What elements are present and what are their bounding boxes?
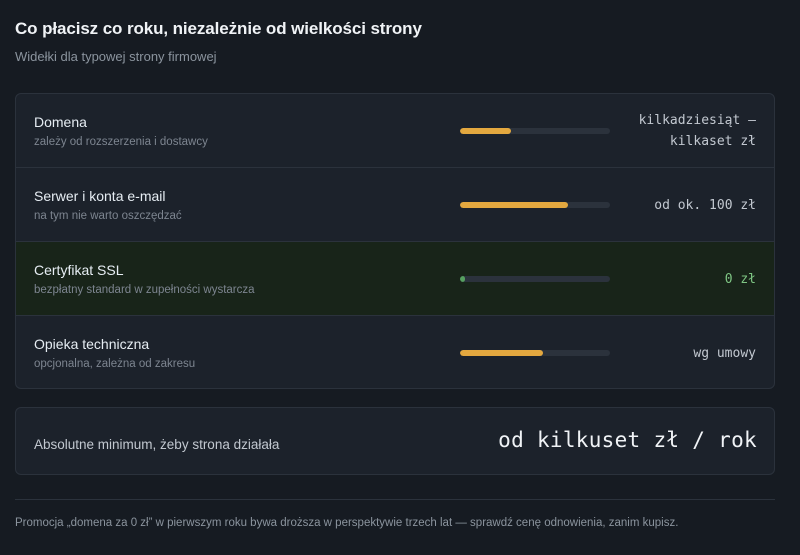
cost-level-bar <box>460 128 610 134</box>
cost-row-ssl: Certyfikat SSL bezpłatny standard w zupe… <box>16 242 774 316</box>
cost-name: Domena <box>34 114 87 130</box>
cost-level-bar <box>460 276 610 282</box>
cost-list: Domena zależy od rozszerzenia i dostawcy… <box>15 93 775 389</box>
page-title: Co płacisz co roku, niezależnie od wielk… <box>15 19 422 38</box>
summary-label: Absolutne minimum, żeby strona działała <box>34 437 280 452</box>
cost-price: 0 zł <box>724 272 756 287</box>
cost-price: od ok. 100 zł <box>654 198 756 213</box>
cost-price: kilkadziesiąt – kilkaset zł <box>606 110 756 152</box>
page-subtitle: Widełki dla typowej strony firmowej <box>15 49 217 64</box>
cost-level-fill <box>460 276 465 282</box>
cost-name: Certyfikat SSL <box>34 262 124 278</box>
cost-row-maintenance: Opieka techniczna opcjonalna, zależna od… <box>16 316 774 388</box>
summary-box: Absolutne minimum, żeby strona działała … <box>15 407 775 475</box>
cost-description: zależy od rozszerzenia i dostawcy <box>34 136 208 148</box>
cost-price-line: kilkadziesiąt – <box>638 113 756 128</box>
cost-level-bar <box>460 350 610 356</box>
cost-description: bezpłatny standard w zupełności wystarcz… <box>34 284 255 296</box>
cost-level-fill <box>460 350 543 356</box>
cost-level-fill <box>460 128 511 134</box>
summary-value: od kilkuset zł / rok <box>498 428 757 452</box>
cost-row-domain: Domena zależy od rozszerzenia i dostawcy… <box>16 94 774 168</box>
cost-name: Opieka techniczna <box>34 336 150 352</box>
divider <box>15 499 775 500</box>
cost-row-server: Serwer i konta e-mail na tym nie warto o… <box>16 168 774 242</box>
cost-price: wg umowy <box>693 346 756 361</box>
footnote: Promocja „domena za 0 zł” w pierwszym ro… <box>15 517 679 529</box>
cost-level-bar <box>460 202 610 208</box>
cost-name: Serwer i konta e-mail <box>34 188 166 204</box>
cost-price-line: kilkaset zł <box>669 134 756 149</box>
cost-description: opcjonalna, zależna od zakresu <box>34 358 196 370</box>
cost-description: na tym nie warto oszczędzać <box>34 210 182 222</box>
cost-level-fill <box>460 202 568 208</box>
